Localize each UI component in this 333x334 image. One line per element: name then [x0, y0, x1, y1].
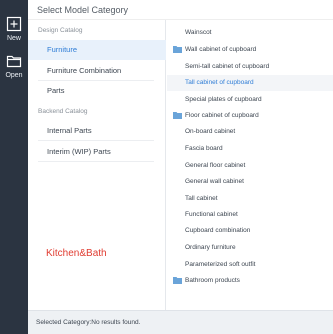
status-text: Selected Category:No results found. [36, 319, 141, 326]
list-item-label: Special plates of cupboard [185, 96, 262, 103]
left-rail: New Open [0, 0, 28, 334]
list-item-label: On-board cabinet [185, 128, 236, 135]
list-item[interactable]: General floor cabinet [167, 158, 333, 174]
open-button[interactable]: Open [0, 53, 28, 79]
category-item-label: Parts [47, 86, 65, 95]
list-item[interactable]: Ordinary furniture [167, 240, 333, 256]
list-item-label: Functional cabinet [185, 211, 238, 218]
list-item[interactable]: General wall cabinet [167, 174, 333, 190]
list-item-label: Semi-tall cabinet of cupboard [185, 63, 270, 70]
divider [38, 161, 154, 162]
plus-square-icon [6, 16, 22, 32]
new-label: New [6, 35, 21, 42]
list-item-label: Tall cabinet of cupboard [185, 79, 254, 86]
list-item[interactable]: Bathroom products [167, 273, 333, 289]
category-item-interim-parts[interactable]: Interim (WIP) Parts [28, 142, 166, 162]
category-item-furniture[interactable]: Furniture [28, 40, 166, 60]
category-item-furniture-combination[interactable]: Furniture Combination [28, 61, 166, 81]
folder-open-icon [6, 55, 22, 68]
new-button[interactable]: New [0, 16, 28, 42]
list-item-label: Cupboard combination [185, 227, 251, 234]
list-item-label: General wall cabinet [185, 178, 244, 185]
category-item-label: Interim (WIP) Parts [47, 147, 111, 156]
list-item[interactable]: Wainscot [167, 25, 333, 41]
folder-icon [173, 277, 182, 284]
brand-label: Kitchen&Bath [46, 248, 107, 259]
backend-catalog-heading: Backend Catalog [38, 108, 88, 115]
open-label: Open [5, 72, 23, 79]
list-item[interactable]: Fascia board [167, 141, 333, 157]
dialog-header: Select Model Category [28, 0, 333, 20]
category-item-label: Internal Parts [47, 126, 92, 135]
category-item-internal-parts[interactable]: Internal Parts [28, 121, 166, 141]
list-item-label: Tall cabinet [185, 195, 218, 202]
design-catalog-heading: Design Catalog [38, 27, 83, 34]
list-item[interactable]: Functional cabinet [167, 207, 333, 223]
list-item[interactable]: Special plates of cupboard [167, 92, 333, 108]
category-item-label: Furniture [47, 45, 78, 54]
list-item-label: Floor cabinet of cupboard [185, 112, 259, 119]
status-bar: Selected Category:No results found. [28, 310, 333, 334]
dialog-title: Select Model Category [37, 5, 129, 15]
list-item-selected[interactable]: Tall cabinet of cupboard [167, 75, 333, 91]
list-item[interactable]: Floor cabinet of cupboard [167, 108, 333, 124]
list-item[interactable]: Semi-tall cabinet of cupboard [167, 59, 333, 75]
list-item-label: Wainscot [185, 29, 212, 36]
divider [38, 140, 154, 141]
list-item[interactable]: Cupboard combination [167, 223, 333, 239]
list-item[interactable]: Wall cabinet of cupboard [167, 42, 333, 58]
category-item-label: Furniture Combination [47, 66, 122, 75]
list-item[interactable]: Parameterized soft outfit [167, 257, 333, 273]
category-item-parts[interactable]: Parts [28, 81, 166, 101]
list-item-label: Parameterized soft outfit [185, 261, 256, 268]
category-panel: Design Catalog Furniture Furniture Combi… [28, 20, 166, 310]
folder-icon [173, 46, 182, 53]
list-item-label: Bathroom products [185, 277, 240, 284]
list-item-label: Ordinary furniture [185, 244, 236, 251]
list-item[interactable]: On-board cabinet [167, 124, 333, 140]
list-item-label: Fascia board [185, 145, 223, 152]
list-item[interactable]: Tall cabinet [167, 191, 333, 207]
folder-icon [173, 112, 182, 119]
list-item-label: General floor cabinet [185, 162, 246, 169]
list-item-label: Wall cabinet of cupboard [185, 46, 257, 53]
subcategory-list: Wainscot Wall cabinet of cupboard Semi-t… [167, 20, 333, 310]
